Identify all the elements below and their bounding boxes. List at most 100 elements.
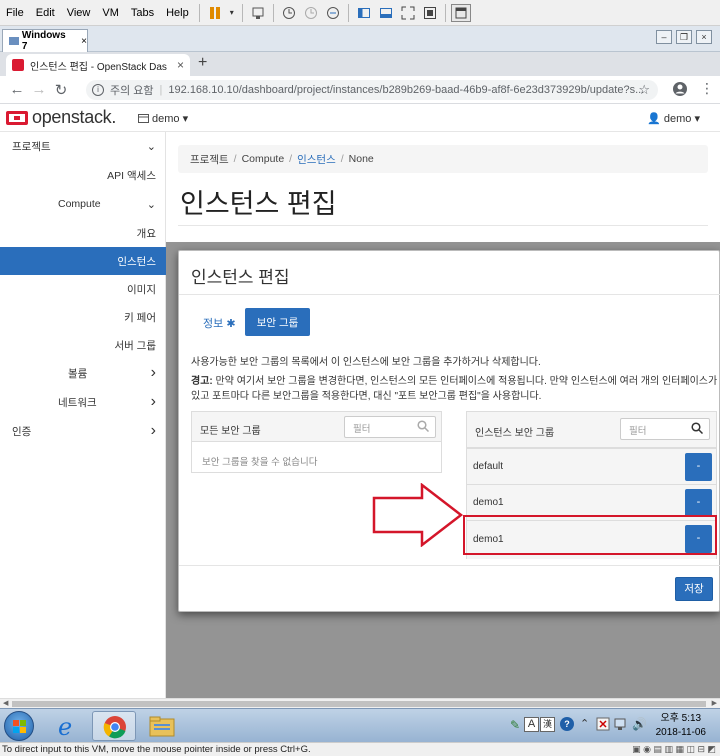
close-icon[interactable]: × <box>177 58 184 72</box>
system-tray: ✎ A 漢 ? ⌃ 🔊 오후 5:13 2018-11-06 <box>488 709 720 743</box>
sidebar: 프로젝트 ⌄ API 액세스 Compute ⌄ 개요 인스턴스 이미지 키 페… <box>0 132 166 698</box>
close-icon[interactable]: × <box>81 36 87 47</box>
warning-body: 만약 여기서 보안 그룹을 변경한다면, 인스턴스의 모든 인터페이스에 적용됩… <box>191 376 718 402</box>
sidebar-item-images[interactable]: 이미지 <box>0 275 166 303</box>
pointer-arrow-icon <box>372 483 464 547</box>
openstack-favicon-icon <box>12 59 24 71</box>
folder-icon <box>149 716 175 737</box>
panel-header: 인스턴스 보안 그룹 필터 <box>467 412 716 448</box>
taskbar-ie[interactable]: e <box>46 711 90 741</box>
sidebar-item-label: 개요 <box>136 227 156 240</box>
snapshot-manager-icon[interactable] <box>323 4 343 22</box>
project-dropdown[interactable]: demo ▾ <box>138 112 188 125</box>
tab-info[interactable]: 정보 ✱ <box>203 315 236 331</box>
chevron-right-icon: › <box>150 422 156 439</box>
chevron-right-icon: › <box>150 393 156 410</box>
tray-expand-icon[interactable]: ⌃ <box>580 717 589 730</box>
user-dropdown[interactable]: 👤 demo ▾ <box>647 112 700 125</box>
fullscreen-icon[interactable] <box>398 4 418 22</box>
scroll-left-icon[interactable]: ◀ <box>3 699 8 707</box>
breadcrumb-project[interactable]: 프로젝트 <box>190 152 229 167</box>
browser-tab[interactable]: 인스턴스 편집 - OpenStack Das × <box>6 54 190 76</box>
pause-icon[interactable] <box>205 4 225 22</box>
chevron-down-icon: ⌄ <box>146 198 156 211</box>
modal-footer-divider <box>179 565 720 566</box>
vm-menu-view[interactable]: View <box>61 7 97 19</box>
send-ctrl-alt-del-icon[interactable] <box>248 4 268 22</box>
help-icon[interactable]: ? <box>560 717 574 731</box>
vm-tab-windows7[interactable]: Windows 7 × <box>2 29 88 52</box>
internet-explorer-icon: e <box>58 713 72 741</box>
vm-menu-help[interactable]: Help <box>160 7 195 19</box>
openstack-topnav: openstack. demo ▾ 👤 demo ▾ <box>0 104 720 132</box>
console-view-icon[interactable] <box>376 4 396 22</box>
start-button[interactable] <box>4 711 34 741</box>
minimize-icon[interactable]: – <box>656 30 672 44</box>
scroll-right-icon[interactable]: ▶ <box>712 699 717 707</box>
library-view-icon[interactable] <box>354 4 374 22</box>
ime-icon[interactable]: ✎ <box>510 718 520 732</box>
horizontal-scrollbar[interactable]: ◀ ▶ <box>0 698 720 708</box>
info-icon[interactable]: i <box>92 84 104 96</box>
stretch-view-icon[interactable] <box>450 3 471 22</box>
sidebar-item-label: 서버 그룹 <box>114 339 156 352</box>
breadcrumb-compute[interactable]: Compute <box>242 153 285 165</box>
clock[interactable]: 오후 5:13 2018-11-06 <box>656 712 706 740</box>
vm-menu-tabs[interactable]: Tabs <box>125 7 160 19</box>
volume-icon[interactable]: 🔊 <box>632 717 647 731</box>
ime-language[interactable]: A <box>524 717 539 732</box>
filter-placeholder: 필터 <box>353 424 371 435</box>
account-icon[interactable] <box>672 81 688 100</box>
sidebar-item-server-groups[interactable]: 서버 그룹 <box>0 331 166 359</box>
svg-text:e: e <box>58 713 72 741</box>
toolbar-divider <box>198 3 200 22</box>
reload-icon[interactable]: ↻ <box>50 81 72 99</box>
sidebar-item-label: 인스턴스 <box>117 255 156 268</box>
forward-icon[interactable]: → <box>28 81 50 98</box>
scrollbar-thumb[interactable] <box>12 701 706 707</box>
remove-group-button[interactable]: - <box>685 453 712 481</box>
vm-window-controls: – ❐ × <box>656 30 712 44</box>
back-icon[interactable]: ← <box>6 81 28 98</box>
bookmark-star-icon[interactable]: ☆ <box>638 82 650 98</box>
vm-menu-vm[interactable]: VM <box>96 7 125 19</box>
sidebar-item-network[interactable]: 네트워크 › <box>0 388 166 416</box>
menu-icon[interactable]: ⋮ <box>700 80 714 97</box>
vm-menu-edit[interactable]: Edit <box>30 7 61 19</box>
filter-input[interactable]: 필터 <box>344 416 436 438</box>
revert-snapshot-icon[interactable] <box>301 4 321 22</box>
vm-tab-label: Windows 7 <box>21 30 66 52</box>
restore-icon[interactable]: ❐ <box>676 30 692 44</box>
vm-menu-file[interactable]: File <box>0 7 30 19</box>
device-icons[interactable]: ▣ ◉ ▤ ▥ ▦ ◫ ⊟ ◩ <box>632 743 716 756</box>
snapshot-icon[interactable] <box>279 4 299 22</box>
sidebar-item-identity[interactable]: 인증 › <box>0 417 166 445</box>
sidebar-item-project[interactable]: 프로젝트 ⌄ <box>0 132 166 160</box>
highlight-box <box>463 515 717 555</box>
new-tab-icon[interactable]: + <box>198 54 207 72</box>
save-button[interactable]: 저장 <box>675 577 713 601</box>
sidebar-item-instances[interactable]: 인스턴스 <box>0 247 166 275</box>
filter-input[interactable]: 필터 <box>620 418 710 440</box>
address-bar[interactable]: i 주의 요함 | 192.168.10.10/dashboard/projec… <box>86 80 658 100</box>
taskbar-chrome[interactable] <box>92 711 136 741</box>
action-center-icon[interactable] <box>596 717 610 734</box>
tab-security-groups[interactable]: 보안 그룹 <box>245 308 310 336</box>
breadcrumb-instances[interactable]: 인스턴스 <box>297 152 336 167</box>
taskbar-explorer[interactable] <box>140 711 184 741</box>
openstack-logo[interactable]: openstack. <box>32 107 116 128</box>
unity-icon[interactable] <box>420 4 440 22</box>
network-icon[interactable] <box>614 717 628 734</box>
sidebar-item-label: 키 페어 <box>124 311 156 324</box>
sidebar-item-key-pairs[interactable]: 키 페어 <box>0 303 166 331</box>
close-icon[interactable]: × <box>696 30 712 44</box>
sidebar-item-compute[interactable]: Compute ⌄ <box>0 190 166 218</box>
search-icon <box>691 422 703 434</box>
sidebar-item-overview[interactable]: 개요 <box>0 219 166 247</box>
browser-tab-title: 인스턴스 편집 - OpenStack Das <box>30 61 167 73</box>
remove-group-button[interactable]: - <box>685 489 712 517</box>
ime-hanja[interactable]: 漢 <box>540 717 555 732</box>
dropdown-icon[interactable]: ▾ <box>227 4 237 22</box>
sidebar-item-volumes[interactable]: 볼륨 › <box>0 359 166 387</box>
sidebar-item-api-access[interactable]: API 액세스 <box>0 161 166 189</box>
